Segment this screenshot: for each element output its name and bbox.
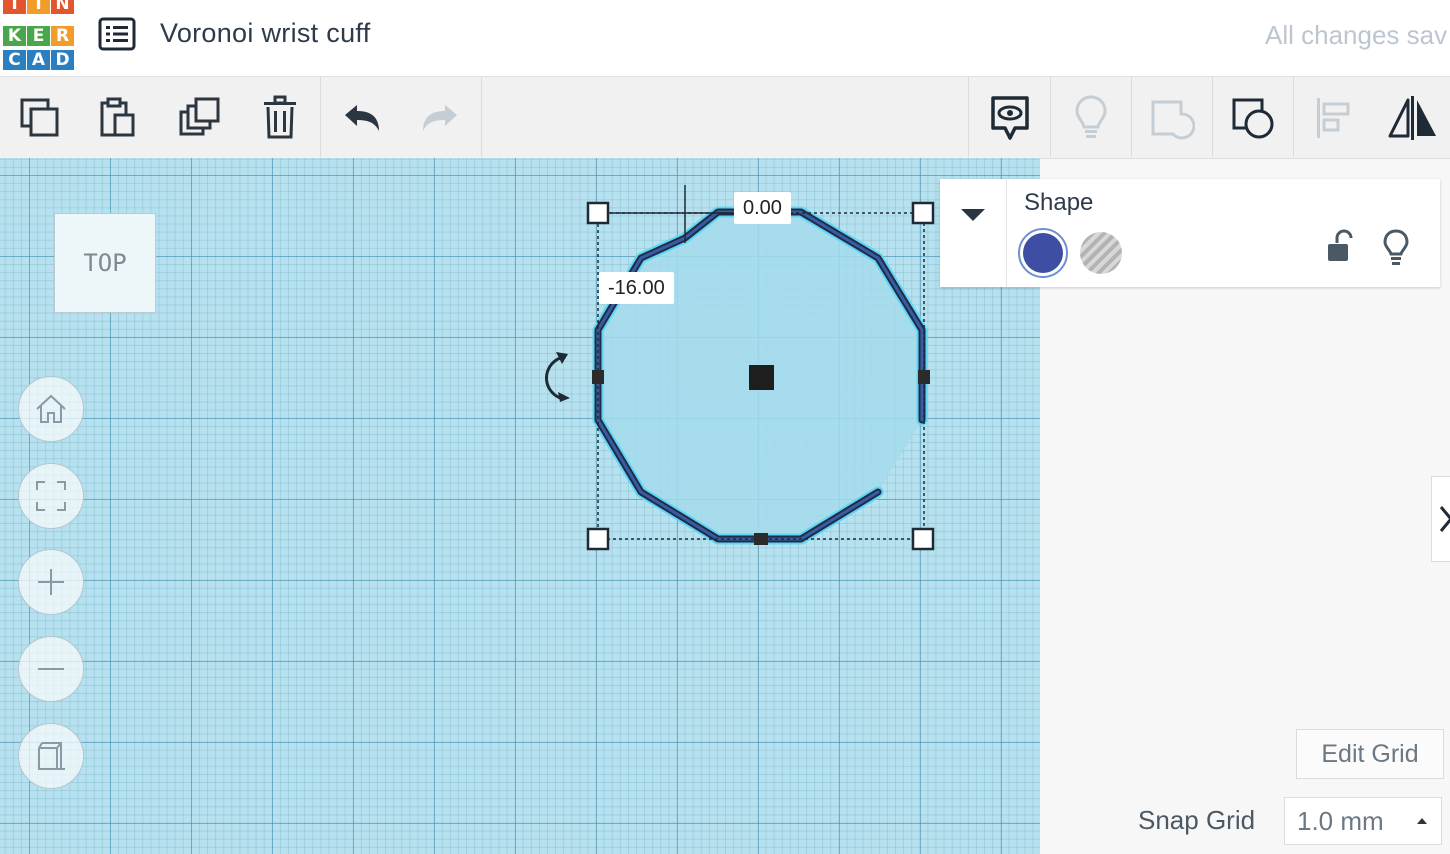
visibility-lightbulb-icon[interactable]: [1381, 228, 1411, 266]
logo-letter-c: C: [3, 50, 26, 70]
fit-view-button[interactable]: [18, 463, 84, 529]
shape-inspector: Shape: [940, 179, 1440, 287]
copy-icon: [20, 98, 59, 137]
resize-handle-bottom[interactable]: [754, 533, 768, 545]
solid-color-fill: [1023, 233, 1063, 273]
toolbar-divider: [481, 77, 482, 157]
save-status: All changes sav: [1265, 20, 1448, 50]
snap-grid-label: Snap Grid: [1138, 805, 1256, 835]
view-cube[interactable]: TOP: [54, 213, 156, 313]
unlock-icon[interactable]: [1324, 229, 1354, 265]
inspector-collapse-area[interactable]: [940, 179, 1007, 287]
logo-letter-e: E: [27, 26, 50, 46]
redo-icon: [423, 105, 457, 131]
toolbar-divider: [968, 77, 969, 157]
mirror-button[interactable]: [1384, 89, 1442, 147]
logo-letter-a: A: [27, 50, 50, 70]
snap-grid-value: 1.0 mm: [1297, 805, 1384, 836]
logo-letter-d: D: [51, 50, 74, 70]
project-list-icon[interactable]: [98, 17, 136, 51]
x-offset-label[interactable]: 0.00: [734, 192, 791, 224]
inspector-title: Shape: [1024, 189, 1094, 216]
resize-handle-bottom-right[interactable]: [911, 527, 935, 551]
snap-grid-select[interactable]: 1.0 mm: [1284, 797, 1442, 845]
edit-grid-button[interactable]: Edit Grid: [1296, 729, 1444, 779]
trash-icon: [264, 95, 296, 139]
shape-viewport: [545, 185, 935, 551]
show-all-button[interactable]: [1062, 89, 1120, 147]
paste-button[interactable]: [88, 89, 146, 147]
perspective-icon: [38, 742, 65, 770]
toolbar-divider: [1293, 77, 1294, 157]
shapes-panel-tab[interactable]: [1431, 476, 1450, 562]
home-icon: [36, 394, 66, 423]
notes-button[interactable]: [981, 89, 1039, 147]
logo-letter-r: R: [51, 26, 74, 46]
workplane-grid[interactable]: 0.00 -16.00: [0, 158, 1040, 854]
close-icon: [1439, 506, 1450, 532]
toolbar-divider: [1131, 77, 1132, 157]
logo-letter-t: T: [3, 0, 26, 14]
mirror-icon: [1388, 96, 1436, 140]
align-icon: [1317, 98, 1350, 138]
delete-button[interactable]: [251, 89, 309, 147]
toolbar-divider: [1212, 77, 1213, 157]
ungroup-icon: [1232, 98, 1274, 139]
resize-handle-top-left[interactable]: [586, 201, 610, 225]
align-button[interactable]: [1305, 89, 1363, 147]
duplicate-button[interactable]: [171, 89, 229, 147]
hole-swatch-icon[interactable]: [1080, 232, 1122, 274]
logo-letter-i: I: [27, 0, 50, 14]
ungroup-button[interactable]: [1224, 89, 1282, 147]
toolbar: [0, 77, 1450, 159]
resize-handle-left[interactable]: [592, 370, 604, 384]
project-title[interactable]: Voronoi wrist cuff: [160, 18, 371, 49]
solid-color-swatch[interactable]: [1018, 228, 1068, 278]
y-offset-label[interactable]: -16.00: [599, 272, 674, 304]
redo-button[interactable]: [411, 89, 469, 147]
duplicate-icon: [179, 97, 220, 136]
chevron-up-icon: [1417, 818, 1427, 824]
logo-letter-n: N: [51, 0, 74, 14]
resize-handle-right[interactable]: [918, 370, 930, 384]
toolbar-divider: [320, 77, 321, 157]
group-icon: [1151, 100, 1195, 140]
undo-icon: [345, 105, 379, 131]
lightbulb-icon: [1075, 95, 1107, 138]
chevron-down-icon[interactable]: [959, 207, 987, 223]
perspective-button[interactable]: [18, 723, 84, 789]
resize-handle-bottom-left[interactable]: [586, 527, 610, 551]
center-handle[interactable]: [749, 365, 774, 390]
zoom-in-button[interactable]: [18, 549, 84, 615]
resize-handle-top-right[interactable]: [911, 201, 935, 225]
logo-letter-k: K: [3, 26, 26, 46]
view-cube-label: TOP: [83, 249, 127, 277]
copy-button[interactable]: [11, 89, 69, 147]
zoom-out-icon: [38, 668, 64, 670]
undo-button[interactable]: [333, 89, 391, 147]
home-view-button[interactable]: [18, 376, 84, 442]
app-header: T I N K E R C A D Voronoi wrist cuff All…: [0, 0, 1450, 77]
note-icon: [991, 96, 1029, 140]
toolbar-divider: [1050, 77, 1051, 157]
paste-icon: [100, 97, 135, 137]
zoom-in-icon: [38, 569, 64, 595]
group-button[interactable]: [1143, 89, 1201, 147]
fit-view-icon: [36, 481, 66, 511]
zoom-out-button[interactable]: [18, 636, 84, 702]
rotate-handle-icon[interactable]: [545, 352, 571, 402]
tinkercad-logo[interactable]: T I N K E R C A D: [0, 0, 76, 72]
